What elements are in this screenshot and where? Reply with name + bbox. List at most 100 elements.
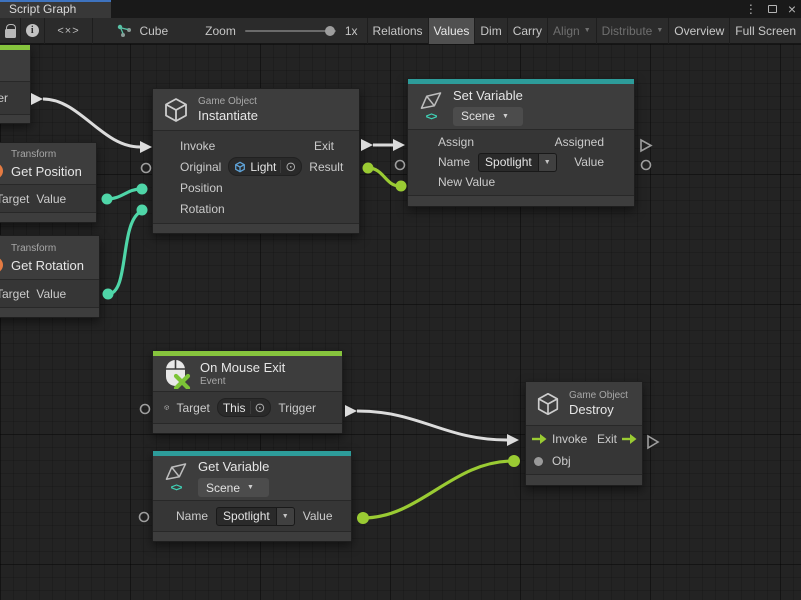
close-icon[interactable]: × bbox=[788, 4, 796, 14]
port-label-value[interactable]: Value bbox=[303, 509, 333, 523]
toolbar-button-fullscreen[interactable]: Full Screen bbox=[730, 18, 801, 44]
node-on-mouse-exit[interactable]: On Mouse Exit Event Target This ⊙ Trigge… bbox=[152, 350, 343, 434]
toolbar-button-align[interactable]: Align▼ bbox=[548, 18, 596, 44]
transform-icon bbox=[0, 257, 3, 273]
port-label-position[interactable]: Position bbox=[180, 181, 223, 195]
tab-bar: Script Graph ⋮ × bbox=[0, 0, 801, 18]
node-title: Set Variable bbox=[453, 88, 523, 103]
port-label-name[interactable]: Name bbox=[438, 155, 470, 169]
node-category: Transform bbox=[11, 243, 56, 254]
transform-icon bbox=[0, 163, 3, 179]
unity-logo-icon bbox=[164, 463, 188, 483]
mouse-exit-icon bbox=[162, 359, 192, 389]
node-instantiate[interactable]: Game Object Instantiate Invoke Exit Orig… bbox=[152, 88, 360, 234]
value-port-dot[interactable] bbox=[534, 457, 543, 466]
code-angle-icon: <> bbox=[426, 113, 437, 122]
port-label-exit[interactable]: Exit bbox=[597, 432, 617, 446]
object-picker-icon[interactable]: ⊙ bbox=[250, 401, 266, 414]
flow-arrow-icon bbox=[532, 433, 547, 445]
maximize-icon[interactable] bbox=[768, 5, 777, 13]
cube-icon bbox=[162, 96, 190, 124]
node-get-position[interactable]: Transform Get Position Target Value bbox=[0, 142, 97, 223]
node-destroy[interactable]: Game Object Destroy Invoke Exit bbox=[525, 381, 643, 486]
node-set-variable[interactable]: <> Set Variable Scene ▼ Assign Assigned … bbox=[407, 78, 635, 207]
port-label-assigned[interactable]: Assigned bbox=[555, 135, 604, 149]
port-label-trigger[interactable]: Trigger bbox=[278, 401, 316, 415]
node-get-variable[interactable]: <> Get Variable Scene ▼ Name Spotlight ▼… bbox=[152, 450, 352, 542]
dropdown-value: Spotlight bbox=[216, 507, 277, 526]
port-label-value[interactable]: Value bbox=[574, 155, 604, 169]
flow-arrow-icon bbox=[622, 433, 637, 445]
node-partial-event[interactable]: Trigger bbox=[0, 44, 31, 124]
zoom-label: Zoom bbox=[205, 24, 236, 38]
port-label-trigger: Trigger bbox=[0, 91, 8, 105]
toolbar-button-distribute[interactable]: Distribute▼ bbox=[597, 18, 669, 44]
port-label-rotation[interactable]: Rotation bbox=[180, 202, 225, 216]
scene-variable-icon: <> bbox=[417, 92, 445, 122]
window-menu-icon[interactable]: ⋮ bbox=[745, 2, 757, 16]
object-field-value: This bbox=[223, 401, 246, 415]
unity-visual-scripting-window: Script Graph ⋮ × i <×> Cube Zoom 1x Rel bbox=[0, 0, 801, 600]
tab-script-graph[interactable]: Script Graph bbox=[0, 0, 111, 18]
toolbar-button-dim[interactable]: Dim bbox=[475, 18, 506, 44]
unity-logo-icon bbox=[419, 92, 443, 112]
toolbar-button-values[interactable]: Values bbox=[429, 18, 475, 44]
toolbar-button-relations[interactable]: Relations bbox=[368, 18, 428, 44]
node-footer bbox=[408, 195, 634, 206]
node-footer bbox=[0, 212, 96, 222]
original-object-field[interactable]: Light ⊙ bbox=[228, 157, 302, 176]
object-picker-icon[interactable]: ⊙ bbox=[280, 160, 296, 173]
variable-name-dropdown[interactable]: Spotlight ▼ bbox=[478, 153, 557, 172]
graph-name: Cube bbox=[139, 24, 168, 38]
toolbar-button-overview[interactable]: Overview bbox=[669, 18, 729, 44]
port-label-exit[interactable]: Exit bbox=[314, 139, 334, 153]
object-field-value: Light bbox=[250, 160, 276, 174]
port-label-invoke[interactable]: Invoke bbox=[552, 432, 587, 446]
separator bbox=[92, 18, 93, 44]
dropdown-value: Spotlight bbox=[478, 153, 539, 172]
node-footer bbox=[526, 474, 642, 485]
node-footer bbox=[0, 114, 30, 123]
variable-scope-dropdown[interactable]: Scene ▼ bbox=[198, 478, 269, 497]
port-label-name[interactable]: Name bbox=[176, 509, 208, 523]
node-get-rotation[interactable]: Transform Get Rotation Target Value bbox=[0, 235, 100, 318]
variable-scope-dropdown[interactable]: Scene ▼ bbox=[453, 107, 523, 126]
zoom-slider[interactable] bbox=[245, 30, 336, 32]
node-category: Game Object bbox=[569, 390, 628, 401]
gameobject-cube-icon bbox=[234, 161, 246, 173]
node-category: Transform bbox=[11, 149, 56, 160]
chevron-down-icon: ▼ bbox=[584, 27, 591, 34]
port-label-invoke[interactable]: Invoke bbox=[180, 139, 215, 153]
script-graph-icon bbox=[117, 24, 133, 38]
node-title: Destroy bbox=[569, 402, 628, 417]
graph-canvas[interactable] bbox=[0, 44, 801, 600]
graph-breadcrumb[interactable]: Cube bbox=[113, 18, 172, 44]
cube-icon bbox=[535, 391, 561, 417]
port-label-assign[interactable]: Assign bbox=[438, 135, 474, 149]
toolbar-button-carry[interactable]: Carry bbox=[508, 18, 547, 44]
port-label-target[interactable]: Target bbox=[176, 401, 209, 415]
port-label-original[interactable]: Original bbox=[180, 160, 221, 174]
window-controls: ⋮ × bbox=[745, 0, 796, 18]
node-title: Get Variable bbox=[198, 459, 269, 474]
port-label-new-value[interactable]: New Value bbox=[438, 175, 495, 189]
port-label-result[interactable]: Result bbox=[309, 160, 343, 174]
lock-icon-button[interactable] bbox=[0, 18, 20, 44]
chevron-down-icon: ▼ bbox=[247, 484, 254, 491]
port-label-target: Target bbox=[0, 192, 29, 206]
node-title: Instantiate bbox=[198, 108, 258, 123]
node-footer bbox=[153, 531, 351, 541]
node-title: Get Position bbox=[11, 164, 82, 179]
node-title: Get Rotation bbox=[11, 258, 84, 273]
chevron-down-icon: ▼ bbox=[656, 27, 663, 34]
port-label-value: Value bbox=[36, 192, 66, 206]
node-title: On Mouse Exit bbox=[200, 360, 285, 375]
tab-title: Script Graph bbox=[9, 2, 76, 16]
variable-name-dropdown[interactable]: Spotlight ▼ bbox=[216, 507, 295, 526]
target-object-field[interactable]: This ⊙ bbox=[217, 398, 272, 417]
dropdown-arrow-icon: ▼ bbox=[539, 153, 557, 172]
info-icon-button[interactable]: i bbox=[21, 18, 43, 44]
zoom-slider-handle[interactable] bbox=[325, 26, 335, 36]
code-toggle-button[interactable]: <×> bbox=[45, 18, 93, 44]
port-label-obj[interactable]: Obj bbox=[552, 454, 571, 468]
